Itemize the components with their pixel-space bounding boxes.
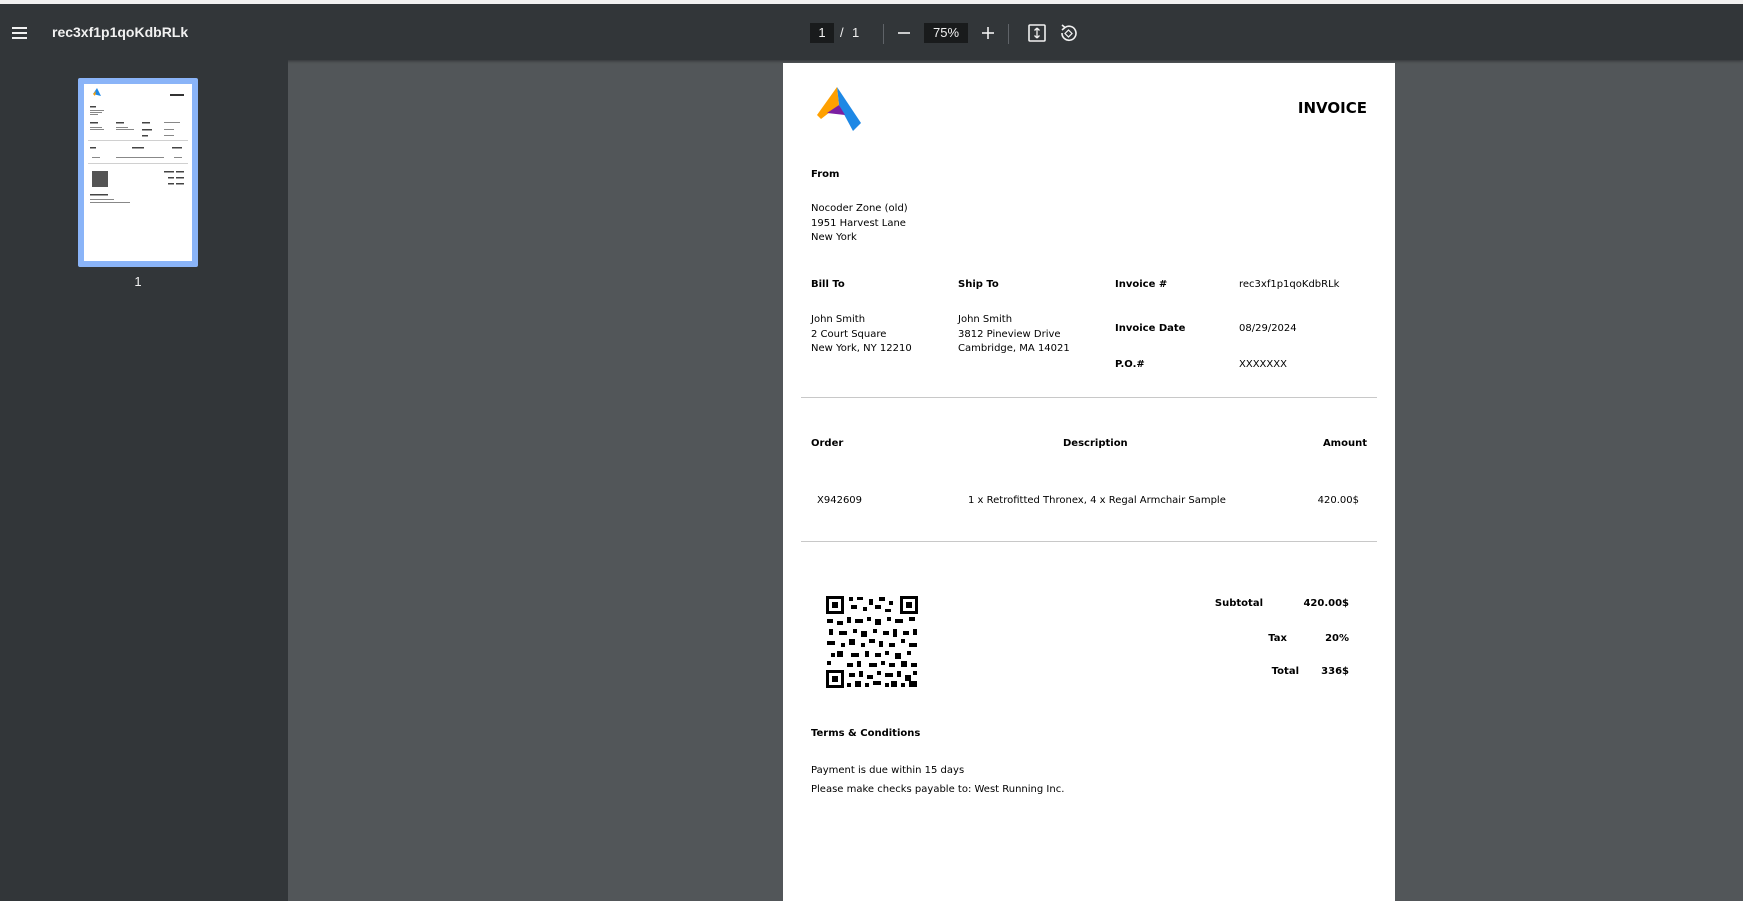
invoice-heading: INVOICE <box>1297 99 1367 117</box>
qr-code <box>825 595 919 689</box>
row-amount: 420.00$ <box>1317 495 1359 506</box>
total-label: Total <box>1271 666 1299 677</box>
invoice-page: INVOICE From Nocoder Zone (old) 1951 Har… <box>783 63 1395 901</box>
terms-label: Terms & Conditions <box>811 728 921 739</box>
fit-page-button[interactable] <box>1024 20 1050 46</box>
column-header-amount: Amount <box>1322 438 1367 449</box>
bill-to-address: John Smith 2 Court Square New York, NY 1… <box>811 313 912 357</box>
page-total: 1 <box>852 25 860 40</box>
minus-icon <box>898 32 910 34</box>
toolbar-divider <box>1008 24 1009 44</box>
page-thumbnail-preview <box>88 88 188 203</box>
from-address: Nocoder Zone (old) 1951 Harvest Lane New… <box>811 202 908 246</box>
menu-icon[interactable] <box>8 20 32 44</box>
thumbnail-page-number: 1 <box>134 274 142 289</box>
bill-to-line: John Smith <box>811 314 866 325</box>
ship-to-line: 3812 Pineview Drive <box>958 328 1061 340</box>
ship-to-label: Ship To <box>958 279 999 290</box>
invoice-date: 08/29/2024 <box>1239 323 1297 334</box>
zoom-out-button[interactable] <box>891 20 917 46</box>
toolbar-divider <box>883 24 884 44</box>
tax-label: Tax <box>1268 633 1287 644</box>
page-separator: / <box>840 25 844 40</box>
bill-to-line: 2 Court Square <box>811 328 887 340</box>
fit-page-icon <box>1028 24 1046 42</box>
rotate-button[interactable] <box>1055 20 1081 46</box>
document-title: rec3xf1p1qoKdbRLk <box>52 24 189 40</box>
zoom-input[interactable]: 75% <box>924 23 968 43</box>
bill-to-line: New York, NY 12210 <box>811 343 912 354</box>
ship-to-line: Cambridge, MA 14021 <box>958 343 1070 354</box>
company-logo <box>817 87 861 131</box>
ship-to-address: John Smith 3812 Pineview Drive Cambridge… <box>958 313 1070 357</box>
invoice-number-label: Invoice # <box>1115 279 1168 290</box>
terms-line: Payment is due within 15 days <box>811 765 965 776</box>
page-thumbnail[interactable] <box>78 78 198 267</box>
row-order: X942609 <box>817 495 863 506</box>
terms-text: Payment is due within 15 days Please mak… <box>811 761 1064 799</box>
page-number-input[interactable]: 1 <box>810 23 834 43</box>
po-number: XXXXXXX <box>1239 359 1287 370</box>
viewer-toolbar: rec3xf1p1qoKdbRLk 1 / 1 75% <box>0 0 1743 60</box>
from-label: From <box>811 169 840 180</box>
divider <box>801 541 1377 542</box>
from-line: New York <box>811 232 857 243</box>
column-header-order: Order <box>811 438 844 449</box>
ship-to-line: John Smith <box>958 314 1013 325</box>
thumbnail-sidebar: 1 <box>0 60 288 901</box>
bill-to-label: Bill To <box>811 279 845 290</box>
from-line: 1951 Harvest Lane <box>811 217 906 229</box>
divider <box>801 397 1377 398</box>
tax-value: 20% <box>1325 633 1349 644</box>
invoice-number: rec3xf1p1qoKdbRLk <box>1239 279 1340 290</box>
subtotal-value: 420.00$ <box>1303 598 1349 609</box>
subtotal-label: Subtotal <box>1214 598 1263 609</box>
po-label: P.O.# <box>1115 359 1145 370</box>
from-line: Nocoder Zone (old) <box>811 203 908 214</box>
plus-icon <box>982 27 994 39</box>
column-header-description: Description <box>1063 438 1128 449</box>
invoice-date-label: Invoice Date <box>1115 323 1186 334</box>
rotate-icon <box>1061 24 1077 41</box>
zoom-in-button[interactable] <box>975 20 1001 46</box>
row-description: 1 x Retrofitted Thronex, 4 x Regal Armch… <box>968 495 1226 506</box>
total-value: 336$ <box>1321 666 1349 677</box>
terms-line: Please make checks payable to: West Runn… <box>811 784 1065 795</box>
